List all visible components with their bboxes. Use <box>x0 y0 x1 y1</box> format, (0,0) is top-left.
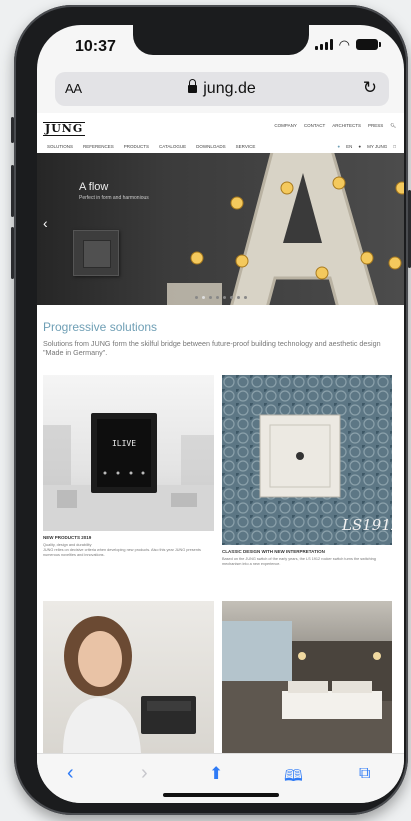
smart-panel-image: ILIVE <box>43 413 214 531</box>
browser-toolbar: ‹ › ⬆︎ 🕮︎ ⧉ <box>37 753 404 803</box>
mute-switch <box>11 117 14 143</box>
tile-classic-design[interactable]: LS1912 <box>222 375 392 545</box>
device-screen-text: ILIVE <box>112 439 136 448</box>
back-icon[interactable]: ‹ <box>67 762 74 785</box>
slider-dot[interactable] <box>229 296 233 299</box>
url-field[interactable]: jung.de <box>55 79 389 98</box>
hero-slider[interactable]: A flow Perfect in form and harmonious ‹ <box>37 153 404 305</box>
location-icon: ● <box>337 144 341 149</box>
notch <box>133 25 309 55</box>
section-text: Solutions from JUNG form the skilful bri… <box>43 339 381 357</box>
top-link-press[interactable]: PRESS <box>368 123 383 129</box>
status-icons: ◠ <box>314 37 381 52</box>
hero-title: A flow <box>79 181 109 193</box>
tile-new-products-title[interactable]: NEW PRODUCTS 2019 <box>43 535 91 540</box>
slider-dot[interactable] <box>243 296 247 299</box>
tile-woman-image[interactable] <box>43 601 214 753</box>
slider-dot[interactable] <box>208 296 212 299</box>
light-switch-image <box>73 230 119 276</box>
nav-solutions[interactable]: SOLUTIONS <box>47 144 73 149</box>
hotel-room-image <box>222 621 392 753</box>
slider-dots[interactable] <box>37 296 404 299</box>
web-page: JUNG COMPANY CONTACT ARCHITECTS PRESS 🔍︎… <box>37 113 404 753</box>
address-bar[interactable]: AA jung.de ↻ <box>55 72 389 106</box>
nav-references[interactable]: REFERENCES <box>83 144 114 149</box>
bookmarks-icon[interactable]: 🕮︎ <box>284 765 303 792</box>
language-link[interactable]: EN <box>346 144 352 149</box>
top-link-architects[interactable]: ARCHITECTS <box>332 123 361 129</box>
slider-dot[interactable] <box>194 296 198 299</box>
tabs-icon[interactable]: ⧉ <box>359 765 370 783</box>
tile-classic-design-text: Based on the JUNG switch of the early ye… <box>222 557 376 566</box>
forward-icon[interactable]: › <box>141 762 148 785</box>
status-time: 10:37 <box>75 38 116 55</box>
top-link-company[interactable]: COMPANY <box>274 123 296 129</box>
lock-icon <box>188 79 198 93</box>
tile-new-products-text: Quality, design and durability JUNG reli… <box>43 543 201 557</box>
battery-icon <box>356 39 381 50</box>
tile-hotel-room[interactable] <box>222 601 392 753</box>
slider-dot[interactable] <box>201 296 205 299</box>
home-indicator <box>163 793 279 797</box>
nav-utilities: ● EN ● MY JUNG □ <box>337 141 396 152</box>
volume-down-button <box>11 227 14 279</box>
screen: 10:37 ◠ AA jung.de ↻ JUNG COMPANY CONTAC… <box>37 25 404 803</box>
tile-classic-design-title[interactable]: CLASSIC DESIGN WITH NEW INTERPRETATION <box>222 549 325 554</box>
ls1912-switch-image: LS1912 <box>222 375 392 545</box>
signal-icon <box>314 39 333 50</box>
cart-icon[interactable]: □ <box>393 144 396 149</box>
hero-subtitle: Perfect in form and harmonious <box>79 195 149 201</box>
reload-icon[interactable]: ↻ <box>363 78 377 98</box>
nav-catalogue[interactable]: CATALOGUE <box>159 144 186 149</box>
tile-new-products[interactable]: ILIVE <box>43 375 214 531</box>
slider-dot[interactable] <box>222 296 226 299</box>
url-text: jung.de <box>203 80 256 97</box>
wifi-icon: ◠ <box>338 37 350 52</box>
share-icon[interactable]: ⬆︎ <box>209 764 223 784</box>
slider-dot[interactable] <box>215 296 219 299</box>
search-icon[interactable]: 🔍︎ <box>390 123 396 129</box>
ls1912-overlay-text: LS1912 <box>341 516 392 534</box>
section-title: Progressive solutions <box>43 320 158 334</box>
slider-dot[interactable] <box>236 296 240 299</box>
woman-portrait-image <box>63 616 196 753</box>
nav-service[interactable]: SERVICE <box>236 144 256 149</box>
my-jung-link[interactable]: MY JUNG <box>367 144 387 149</box>
user-icon: ● <box>358 144 362 149</box>
top-link-contact[interactable]: CONTACT <box>304 123 325 129</box>
nav-downloads[interactable]: DOWNLOADS <box>196 144 226 149</box>
volume-up-button <box>11 165 14 217</box>
marquee-letter-a-image <box>167 153 404 305</box>
jung-logo[interactable]: JUNG <box>43 122 86 136</box>
phone-frame: 10:37 ◠ AA jung.de ↻ JUNG COMPANY CONTAC… <box>11 5 411 815</box>
chevron-left-icon[interactable]: ‹ <box>43 215 48 231</box>
top-links: COMPANY CONTACT ARCHITECTS PRESS 🔍︎ <box>274 123 396 129</box>
nav-products[interactable]: PRODUCTS <box>124 144 149 149</box>
